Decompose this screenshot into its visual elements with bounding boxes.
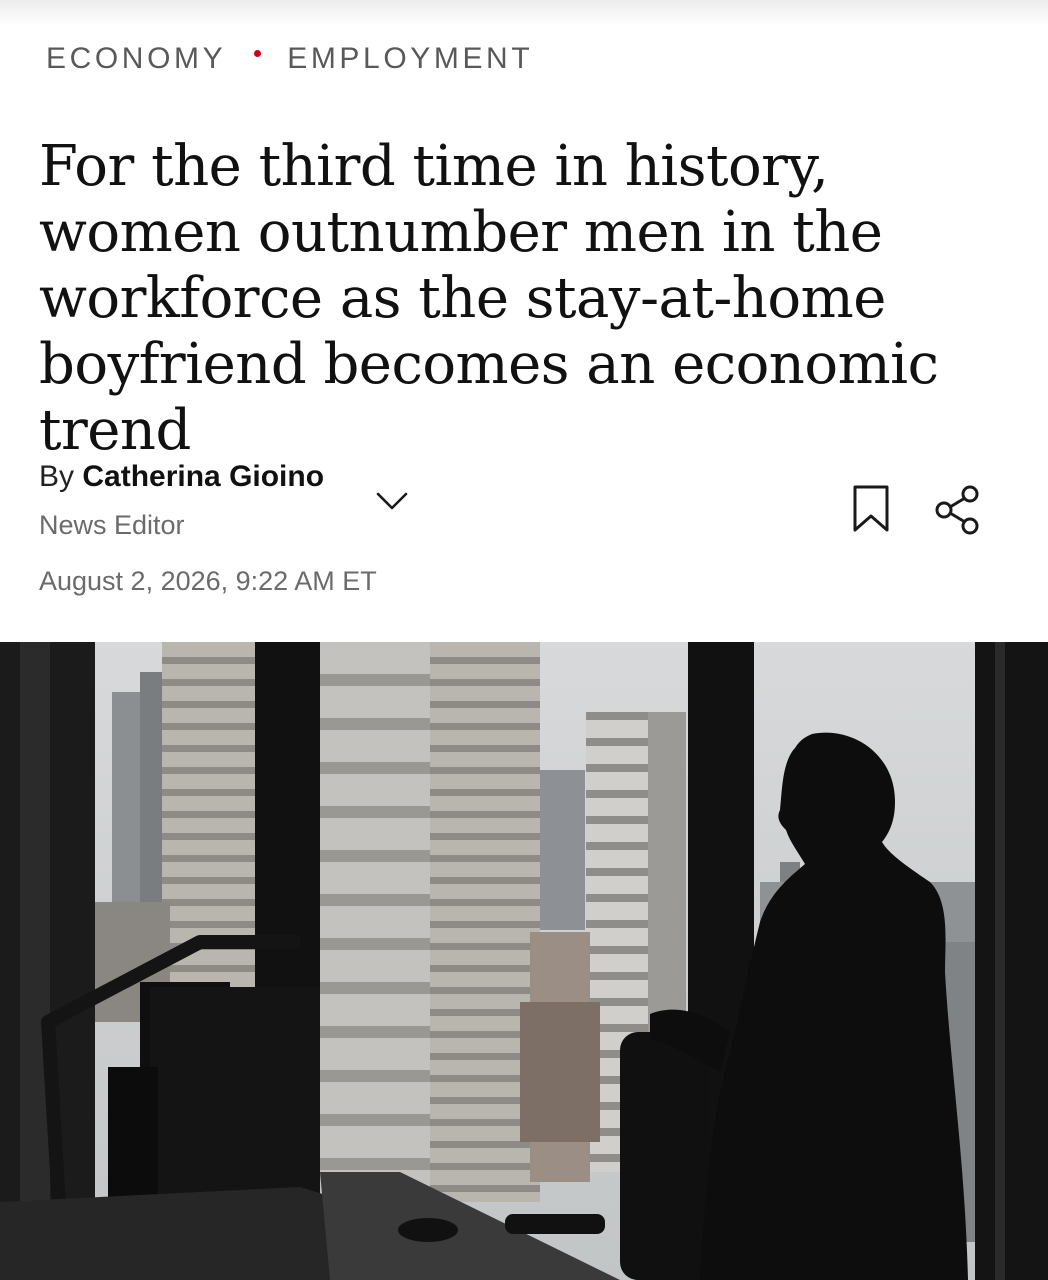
publish-date: August 2, 2026, 9:22 AM ET bbox=[39, 566, 377, 596]
article-headline: For the third time in history, women out… bbox=[39, 134, 939, 463]
share-icon[interactable] bbox=[930, 482, 986, 538]
byline: By Catherina Gioino bbox=[39, 460, 324, 494]
byline-prefix: By bbox=[39, 460, 75, 493]
breadcrumb-subsection-link[interactable]: EMPLOYMENT bbox=[287, 42, 533, 76]
chevron-down-icon[interactable] bbox=[372, 482, 412, 522]
breadcrumb-separator-dot bbox=[254, 49, 262, 57]
hero-image bbox=[0, 642, 1048, 1280]
hero-photo-illustration bbox=[0, 642, 1048, 1280]
breadcrumb-section-link[interactable]: ECONOMY bbox=[46, 42, 226, 76]
top-fade bbox=[0, 0, 1048, 26]
author-role: News Editor bbox=[39, 510, 185, 540]
author-name[interactable]: Catherina Gioino bbox=[82, 460, 324, 493]
bookmark-icon[interactable] bbox=[848, 484, 894, 534]
breadcrumb: ECONOMY EMPLOYMENT bbox=[46, 42, 533, 76]
